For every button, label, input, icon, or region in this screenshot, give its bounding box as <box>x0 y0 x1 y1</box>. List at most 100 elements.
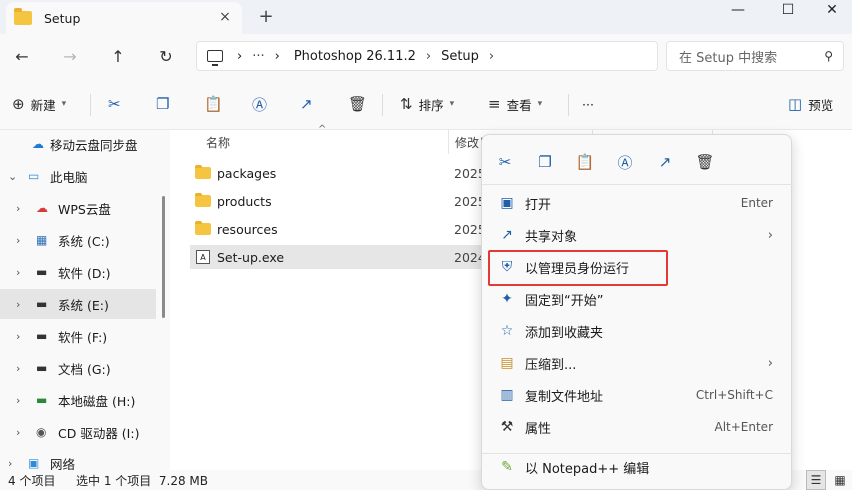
sidebar-item-drive-f[interactable]: › ▬ 软件 (F:) <box>0 321 156 351</box>
sort-icon: ⇅ <box>400 95 413 113</box>
toolbar-divider <box>568 94 569 116</box>
sidebar-item-drive-g[interactable]: › ▬ 文档 (G:) <box>0 353 156 383</box>
toolbar-divider <box>382 94 383 116</box>
chevron-right-icon: › <box>16 201 21 215</box>
paste-icon: 📋 <box>204 95 223 113</box>
cut-icon: ✂ <box>108 95 121 113</box>
menu-item-compress[interactable]: ▤ 压缩到... › <box>487 348 787 378</box>
highlight-box <box>488 250 668 286</box>
plus-icon: ⊕ <box>12 95 25 113</box>
wps-cloud-icon: ☁ <box>36 201 48 215</box>
sort-button[interactable]: ⇅ 排序 ▾ <box>400 92 454 116</box>
computer-icon: ▭ <box>28 169 40 183</box>
share-icon: ↗ <box>300 95 313 113</box>
more-options-button[interactable]: ··· <box>582 92 594 116</box>
breadcrumb-setup[interactable]: Setup <box>441 49 479 64</box>
preview-pane-icon: ◫ <box>788 95 803 113</box>
cut-icon[interactable]: ✂ <box>494 151 516 173</box>
navigation-bar: ← → ↑ ↻ › ··· › Photoshop 26.11.2 › Setu… <box>0 34 852 78</box>
paste-button[interactable]: 📋 <box>204 92 229 116</box>
view-button[interactable]: ≡ 查看 ▾ <box>488 92 542 116</box>
tab-setup[interactable]: Setup × <box>6 2 242 34</box>
context-menu: ✂ ❐ 📋 Ⓐ ↗ 🗑 ▣ 打开 Enter ↗ 共享对象 › ⛨ 以管理员身份… <box>481 134 793 490</box>
details-view-icon[interactable]: ☰ <box>806 470 826 490</box>
menu-item-notepadpp[interactable]: ✎ 以 Notepad++ 编辑 <box>487 452 787 482</box>
menu-item-add-favorites[interactable]: ☆ 添加到收藏夹 <box>487 316 787 346</box>
sidebar-item-drive-h[interactable]: › ▬ 本地磁盘 (H:) <box>0 385 156 415</box>
chevron-right-icon: › <box>16 393 21 407</box>
toolbar-divider <box>90 94 91 116</box>
chevron-right-icon: › <box>237 48 243 64</box>
menu-item-copy-path[interactable]: ▥ 复制文件地址 Ctrl+Shift+C <box>487 380 787 410</box>
chevron-right-icon: › <box>425 48 432 64</box>
zip-icon: ▤ <box>500 355 514 371</box>
address-bar[interactable]: › ··· › Photoshop 26.11.2 › Setup › <box>196 41 658 71</box>
column-divider[interactable] <box>448 130 449 154</box>
sidebar-item-drive-c[interactable]: › ▦ 系统 (C:) <box>0 225 156 255</box>
up-button[interactable]: ↑ <box>104 42 132 70</box>
pin-icon: ✦ <box>501 291 513 307</box>
breadcrumb-photoshop[interactable]: Photoshop 26.11.2 <box>294 49 416 64</box>
drive-icon: ▬ <box>36 393 48 407</box>
cut-button[interactable]: ✂ <box>108 92 127 116</box>
chevron-right-icon: › <box>16 361 21 375</box>
sidebar-item-drive-e[interactable]: › ▬ 系统 (E:) <box>0 289 156 319</box>
chevron-right-icon: › <box>767 355 773 371</box>
rename-button[interactable]: Ⓐ <box>252 92 273 116</box>
sidebar-item-drive-i[interactable]: › ◉ CD 驱动器 (I:) <box>0 417 156 447</box>
chevron-right-icon: › <box>16 297 21 311</box>
cd-drive-icon: ◉ <box>36 425 47 439</box>
chevron-down-icon: ▾ <box>449 99 455 109</box>
sidebar-item-wps-cloud[interactable]: › ☁ WPS云盘 <box>0 193 156 223</box>
search-icon: ⚲ <box>824 49 833 63</box>
close-tab-icon[interactable]: × <box>216 8 234 26</box>
copy-icon: ❐ <box>156 95 170 113</box>
sidebar-item-mobile-cloud[interactable]: ☁ 移动云盘同步盘 <box>0 129 156 159</box>
copy-button[interactable]: ❐ <box>156 92 175 116</box>
share-icon: ↗ <box>501 227 513 243</box>
tiles-view-icon[interactable]: ▦ <box>830 470 850 490</box>
minimize-button[interactable]: — <box>718 0 758 20</box>
maximize-button[interactable]: ☐ <box>768 0 808 20</box>
paste-icon[interactable]: 📋 <box>574 151 596 173</box>
selection-info: 选中 1 个项目 7.28 MB <box>76 473 209 488</box>
forward-button[interactable]: → <box>56 42 84 70</box>
sidebar-item-this-pc[interactable]: ⌄ ▭ 此电脑 <box>0 161 156 191</box>
folder-icon <box>14 8 32 25</box>
network-icon: ▣ <box>28 456 40 470</box>
preview-label: 预览 <box>808 97 834 113</box>
menu-item-pin-start[interactable]: ✦ 固定到“开始” <box>487 284 787 314</box>
rename-icon[interactable]: Ⓐ <box>614 151 636 173</box>
folder-icon <box>195 165 211 179</box>
new-button[interactable]: ⊕ 新建 ▾ <box>12 92 66 116</box>
column-header-name[interactable]: 名称 <box>206 130 230 154</box>
menu-item-open[interactable]: ▣ 打开 Enter <box>487 188 787 218</box>
trash-icon[interactable]: 🗑 <box>694 151 716 173</box>
breadcrumb-more[interactable]: ··· <box>252 49 264 64</box>
copy-icon[interactable]: ❐ <box>534 151 556 173</box>
share-button[interactable]: ↗ <box>300 92 319 116</box>
rename-icon: Ⓐ <box>252 95 268 114</box>
new-tab-button[interactable]: + <box>256 6 276 27</box>
view-icon: ≡ <box>488 95 501 113</box>
chevron-right-icon: › <box>16 329 21 343</box>
chevron-right-icon: › <box>274 48 280 64</box>
chevron-down-icon: ⌄ <box>8 169 18 183</box>
item-count: 4 个项目 <box>8 473 56 488</box>
sidebar-scrollbar[interactable] <box>162 196 165 318</box>
search-placeholder: 在 Setup 中搜索 <box>679 50 778 66</box>
share-icon[interactable]: ↗ <box>654 151 676 173</box>
close-window-button[interactable]: ✕ <box>812 0 852 20</box>
search-input[interactable]: 在 Setup 中搜索 ⚲ <box>666 41 844 71</box>
preview-button[interactable]: ◫ 预览 <box>788 92 833 116</box>
delete-button[interactable]: 🗑 <box>348 92 373 116</box>
chevron-down-icon: ▾ <box>61 99 67 109</box>
back-button[interactable]: ← <box>8 42 36 70</box>
menu-item-share[interactable]: ↗ 共享对象 › <box>487 220 787 250</box>
star-icon: ☆ <box>500 323 514 339</box>
refresh-button[interactable]: ↻ <box>152 42 180 70</box>
folder-icon <box>195 193 211 207</box>
new-label: 新建 <box>30 97 56 113</box>
sidebar-item-drive-d[interactable]: › ▬ 软件 (D:) <box>0 257 156 287</box>
menu-item-properties[interactable]: ⚒ 属性 Alt+Enter <box>487 412 787 442</box>
